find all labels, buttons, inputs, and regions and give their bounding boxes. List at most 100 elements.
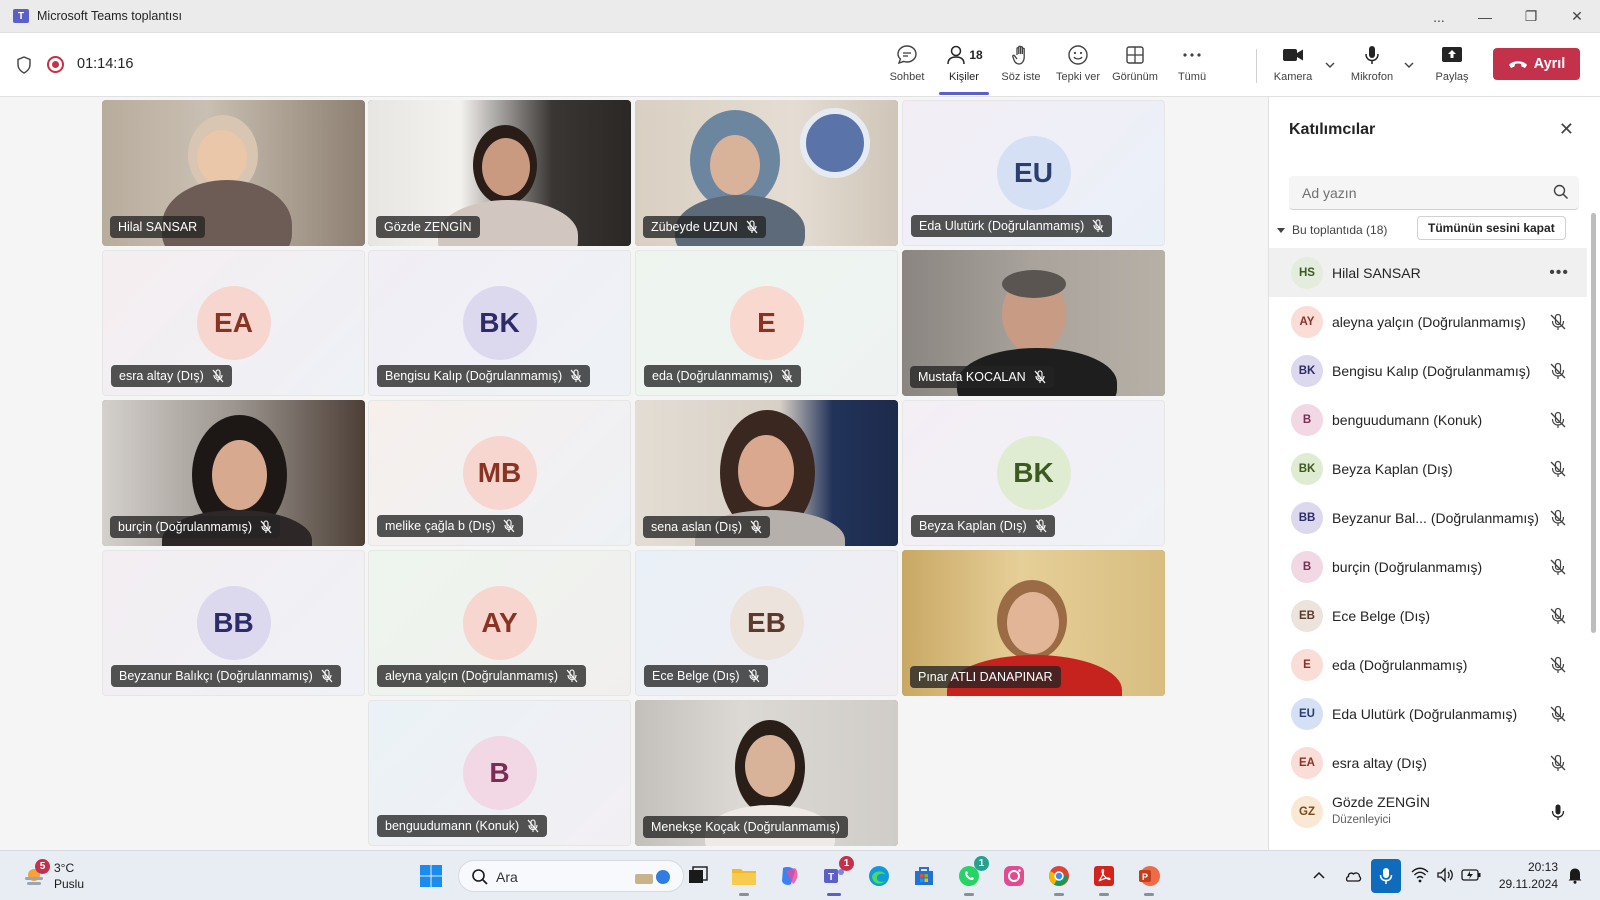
- avatar-tile[interactable]: BB Beyzanur Balıkçı (Doğrulanmamış): [102, 550, 365, 696]
- camera-options-chevron-icon[interactable]: [1324, 59, 1336, 71]
- participant-row[interactable]: BK Beyza Kaplan (Dış): [1269, 444, 1587, 493]
- avatar-tile[interactable]: EA esra altay (Dış): [102, 250, 365, 396]
- taskbar-search-box[interactable]: Ara: [458, 860, 684, 892]
- mic-muted-icon: [1550, 558, 1566, 575]
- copilot-icon[interactable]: [775, 862, 803, 890]
- react-button[interactable]: Tepki ver: [1048, 43, 1108, 91]
- teams-app-icon[interactable]: T1: [820, 856, 854, 896]
- battery-icon[interactable]: [1461, 868, 1481, 882]
- avatar-tile[interactable]: BK Bengisu Kalıp (Doğrulanmamış): [368, 250, 631, 396]
- mic-muted-icon: [260, 520, 272, 534]
- mic-muted-icon: [1550, 313, 1566, 330]
- camera-button[interactable]: Kamera: [1263, 43, 1323, 91]
- mic-muted-icon: [503, 519, 515, 533]
- in-meeting-section-header[interactable]: Bu toplantıda (18): [1276, 223, 1387, 237]
- volume-icon[interactable]: [1436, 867, 1454, 883]
- weather-badge: 5: [35, 859, 50, 874]
- system-clock[interactable]: 20:13 29.11.2024: [1494, 859, 1558, 893]
- weather-widget[interactable]: 5 3°C Puslu: [22, 859, 112, 894]
- participant-row[interactable]: HS Hilal SANSAR •••: [1269, 248, 1587, 297]
- avatar-tile[interactable]: AY aleyna yalçın (Doğrulanmamış): [368, 550, 631, 696]
- participant-name: aleyna yalçın (Doğrulanmamış): [385, 669, 558, 683]
- video-tile[interactable]: Gözde ZENGİN: [368, 100, 631, 246]
- avatar: EA: [196, 286, 271, 360]
- participant-name-tag: esra altay (Dış): [111, 365, 232, 387]
- close-panel-icon[interactable]: ✕: [1559, 119, 1574, 140]
- participant-row[interactable]: E eda (Doğrulanmamış): [1269, 640, 1587, 689]
- avatar-tile[interactable]: B benguudumann (Konuk): [368, 700, 631, 846]
- participant-row[interactable]: AY aleyna yalçın (Doğrulanmamış): [1269, 297, 1587, 346]
- participant-name-tag: aleyna yalçın (Doğrulanmamış): [377, 665, 586, 687]
- video-stage: Hilal SANSAR Gözde ZENGİN Zübeyde UZUN E…: [0, 97, 1268, 850]
- window-more-button[interactable]: ...: [1416, 9, 1462, 25]
- more-options-icon[interactable]: •••: [1549, 264, 1569, 282]
- chevron-up-icon[interactable]: [1312, 869, 1326, 883]
- teams-notification-badge: 1: [839, 856, 854, 871]
- participant-row[interactable]: B burçin (Doğrulanmamış): [1269, 542, 1587, 591]
- microphone-button[interactable]: Mikrofon: [1342, 43, 1402, 91]
- phone-hangup-icon: [1508, 61, 1527, 68]
- powerpoint-icon[interactable]: P: [1135, 862, 1163, 896]
- close-window-button[interactable]: ✕: [1554, 8, 1600, 25]
- avatar-tile[interactable]: MB melike çağla b (Dış): [368, 400, 631, 546]
- cloud-sync-icon[interactable]: [1343, 866, 1363, 886]
- wifi-icon[interactable]: [1411, 867, 1429, 883]
- participant-name: Pınar ATLI DANAPINAR: [918, 670, 1053, 684]
- chat-button[interactable]: Sohbet: [877, 43, 937, 91]
- video-tile[interactable]: Mustafa KOCALAN: [902, 250, 1165, 396]
- participant-row[interactable]: EB Ece Belge (Dış): [1269, 591, 1587, 640]
- mute-all-button[interactable]: Tümünün sesini kapat: [1417, 216, 1566, 240]
- participant-name: aleyna yalçın (Doğrulanmamış): [1332, 313, 1526, 330]
- share-button[interactable]: Paylaş: [1422, 43, 1482, 91]
- chat-icon: [896, 43, 918, 67]
- mic-options-chevron-icon[interactable]: [1403, 59, 1415, 71]
- notification-bell-icon[interactable]: [1567, 866, 1583, 884]
- avatar: B: [1291, 403, 1323, 436]
- participant-row[interactable]: EU Eda Ulutürk (Doğrulanmamış): [1269, 689, 1587, 738]
- participant-row[interactable]: EA esra altay (Dış): [1269, 738, 1587, 787]
- video-tile[interactable]: Zübeyde UZUN: [635, 100, 898, 246]
- participant-row[interactable]: GZ Gözde ZENGİN Düzenleyici: [1269, 787, 1587, 836]
- participant-name: Eda Ulutürk (Doğrulanmamış): [1332, 705, 1518, 722]
- minimize-button[interactable]: —: [1462, 9, 1508, 25]
- leave-button[interactable]: Ayrıl: [1493, 48, 1580, 80]
- video-tile[interactable]: Hilal SANSAR: [102, 100, 365, 246]
- acrobat-icon[interactable]: [1090, 862, 1118, 896]
- file-explorer-icon[interactable]: [730, 862, 758, 896]
- participant-role: Düzenleyici: [1332, 814, 1391, 826]
- people-label: Kişiler: [949, 71, 979, 83]
- task-view-icon[interactable]: [684, 862, 712, 890]
- recording-icon: [47, 56, 64, 73]
- participant-search-input[interactable]: [1289, 176, 1579, 210]
- avatar-tile[interactable]: EU Eda Ulutürk (Doğrulanmamış): [902, 100, 1165, 246]
- video-tile[interactable]: burçin (Doğrulanmamış): [102, 400, 365, 546]
- raise-hand-button[interactable]: Söz iste: [991, 43, 1051, 91]
- restore-button[interactable]: ❐: [1508, 8, 1554, 25]
- avatar-tile[interactable]: E eda (Doğrulanmamış): [635, 250, 898, 396]
- windows-start-icon[interactable]: [419, 864, 443, 888]
- react-label: Tepki ver: [1055, 71, 1101, 83]
- store-icon[interactable]: [910, 862, 938, 890]
- video-tile[interactable]: Menekşe Koçak (Doğrulanmamış): [635, 700, 898, 846]
- participant-row[interactable]: BK Bengisu Kalıp (Doğrulanmamış): [1269, 346, 1587, 395]
- panel-scrollbar[interactable]: [1591, 213, 1596, 633]
- more-actions-button[interactable]: Tümü: [1162, 43, 1222, 91]
- search-icon[interactable]: [1553, 184, 1569, 200]
- avatar-tile[interactable]: EB Ece Belge (Dış): [635, 550, 898, 696]
- participant-row[interactable]: BB Beyzanur Bal... (Doğrulanmamış): [1269, 493, 1587, 542]
- video-tile[interactable]: Pınar ATLI DANAPINAR: [902, 550, 1165, 696]
- photo-app-icon[interactable]: [1000, 862, 1028, 890]
- participant-row[interactable]: B benguudumann (Konuk): [1269, 395, 1587, 444]
- view-button[interactable]: Görünüm: [1105, 43, 1165, 91]
- mic-in-use-indicator[interactable]: [1371, 859, 1401, 893]
- video-tile[interactable]: sena aslan (Dış): [635, 400, 898, 546]
- edge-icon[interactable]: [865, 862, 893, 890]
- participant-name: Beyzanur Balıkçı (Doğrulanmamış): [119, 669, 313, 683]
- window-controls: ... — ❐ ✕: [1416, 0, 1600, 33]
- shield-icon[interactable]: [16, 56, 32, 74]
- people-button[interactable]: 18 Kişiler: [934, 43, 994, 95]
- avatar-tile[interactable]: BK Beyza Kaplan (Dış): [902, 400, 1165, 546]
- chrome-icon[interactable]: [1045, 862, 1073, 896]
- participant-name: Zübeyde UZUN: [651, 220, 738, 234]
- whatsapp-icon[interactable]: 1: [955, 856, 989, 896]
